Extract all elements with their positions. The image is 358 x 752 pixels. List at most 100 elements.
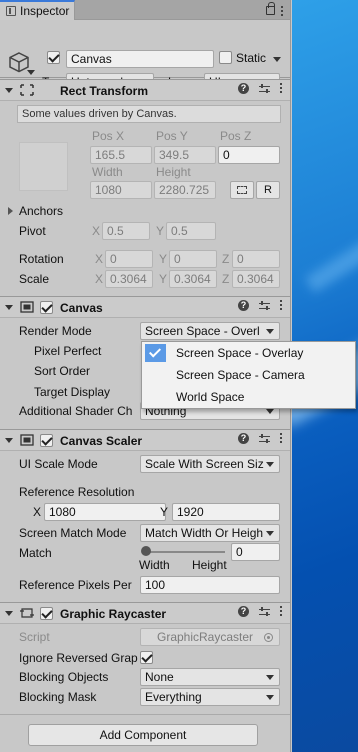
height-label: Height (156, 165, 191, 179)
reference-x-field[interactable]: 1080 (44, 503, 166, 521)
component-menu-icon[interactable] (280, 83, 283, 94)
ignore-reversed-checkbox[interactable] (140, 651, 153, 664)
ref-y-axis: Y (160, 505, 169, 519)
pos-y-field[interactable]: 349.5 (154, 146, 216, 164)
rotation-z-field[interactable]: 0 (232, 250, 280, 268)
blueprint-mode-button[interactable] (230, 181, 254, 199)
render-mode-option[interactable]: Screen Space - Camera (142, 364, 355, 386)
match-value-field[interactable]: 0 (231, 543, 280, 561)
pos-x-label: Pos X (92, 129, 125, 143)
anchors-fold-icon[interactable] (8, 207, 13, 215)
scale-z-field[interactable]: 0.3064 (232, 270, 280, 288)
divider (0, 714, 290, 715)
presets-icon[interactable] (259, 83, 270, 94)
reference-y-field[interactable]: 1920 (172, 503, 280, 521)
help-icon[interactable]: ? (238, 606, 249, 617)
help-icon[interactable]: ? (238, 83, 249, 94)
pos-z-field[interactable]: 0 (218, 146, 280, 164)
fold-arrow-icon[interactable] (5, 88, 13, 93)
reference-resolution-label: Reference Resolution (19, 485, 135, 499)
anchors-label[interactable]: Anchors (19, 204, 63, 218)
active-checkbox[interactable] (47, 51, 60, 64)
script-field: GraphicRaycaster (140, 628, 280, 646)
render-mode-option[interactable]: World Space (142, 386, 355, 408)
fold-arrow-icon[interactable] (5, 305, 13, 310)
target-display-label: Target Display (34, 385, 111, 399)
component-title: Canvas (60, 301, 103, 315)
rect-transform-icon (20, 84, 34, 96)
fold-arrow-icon[interactable] (5, 438, 13, 443)
component-menu-icon[interactable] (280, 606, 283, 617)
presets-icon[interactable] (259, 300, 270, 311)
screen-match-mode-dropdown[interactable]: Match Width Or Heigh (140, 524, 280, 542)
reference-pixels-field[interactable]: 100 (140, 576, 280, 594)
scale-y-axis: Y (159, 272, 168, 286)
component-title: Graphic Raycaster (60, 607, 167, 621)
pivot-label: Pivot (19, 224, 46, 238)
icon-dropdown-arrow[interactable] (27, 70, 35, 75)
blocking-mask-label: Blocking Mask (19, 690, 97, 704)
sort-order-label: Sort Order (34, 364, 91, 378)
rotation-x-field[interactable]: 0 (105, 250, 153, 268)
canvas-scaler-icon (20, 434, 34, 446)
tab-controls (266, 2, 284, 17)
match-slider-handle[interactable] (141, 546, 151, 556)
lock-icon[interactable] (266, 2, 275, 15)
pivot-y-field[interactable]: 0.5 (166, 222, 216, 240)
script-value: GraphicRaycaster (157, 630, 254, 644)
component-header-icons: ? (238, 606, 283, 617)
help-icon[interactable]: ? (238, 300, 249, 311)
raw-edit-button[interactable]: R (256, 181, 280, 199)
reference-pixels-label: Reference Pixels Per (19, 578, 132, 592)
match-slider-track[interactable] (145, 551, 225, 553)
static-checkbox[interactable] (219, 51, 232, 64)
selected-check-icon (145, 344, 166, 362)
pos-x-field[interactable]: 165.5 (90, 146, 152, 164)
static-dropdown-icon[interactable] (273, 57, 281, 62)
scale-y-field[interactable]: 0.3064 (169, 270, 217, 288)
render-mode-option[interactable]: Screen Space - Overlay (142, 342, 355, 364)
render-mode-dropdown[interactable]: Screen Space - Overl (140, 322, 280, 340)
static-label: Static (236, 51, 267, 65)
ui-scale-mode-dropdown[interactable]: Scale With Screen Siz (140, 455, 280, 473)
add-component-button[interactable]: Add Component (28, 724, 258, 746)
match-height-label: Height (192, 558, 227, 572)
fold-arrow-icon[interactable] (5, 611, 13, 616)
pos-z-label: Pos Z (220, 129, 252, 143)
driven-info-box: Some values driven by Canvas. (17, 105, 281, 123)
graphic-raycaster-header[interactable]: Graphic Raycaster ? (0, 602, 290, 624)
canvas-enabled-checkbox[interactable] (40, 301, 53, 314)
tab-menu-icon[interactable] (281, 6, 284, 17)
component-menu-icon[interactable] (280, 300, 283, 311)
pivot-x-field[interactable]: 0.5 (102, 222, 150, 240)
canvas-scaler-enabled-checkbox[interactable] (40, 434, 53, 447)
height-field[interactable]: 2280.725 (154, 181, 216, 199)
blueprint-icon (237, 186, 247, 194)
rot-x-axis: X (95, 252, 104, 266)
rot-z-axis: Z (222, 252, 230, 266)
canvas-scaler-header[interactable]: Canvas Scaler ? (0, 429, 290, 451)
scale-x-field[interactable]: 0.3064 (105, 270, 153, 288)
object-name-field[interactable]: Canvas (66, 50, 214, 68)
help-icon[interactable]: ? (238, 433, 249, 444)
component-menu-icon[interactable] (280, 433, 283, 444)
tab-bar: Inspector (0, 0, 290, 20)
anchor-preset-preview[interactable] (19, 142, 68, 191)
match-label: Match (19, 546, 52, 560)
component-header-icons: ? (238, 83, 283, 94)
width-field[interactable]: 1080 (90, 181, 152, 199)
blocking-mask-dropdown[interactable]: Everything (140, 688, 280, 706)
graphic-raycaster-icon (20, 608, 34, 618)
presets-icon[interactable] (259, 606, 270, 617)
raycaster-enabled-checkbox[interactable] (40, 607, 53, 620)
tab-inspector[interactable]: Inspector (0, 0, 75, 20)
canvas-header[interactable]: Canvas ? (0, 296, 290, 318)
pivot-y-axis: Y (156, 224, 165, 238)
presets-icon[interactable] (259, 433, 270, 444)
inspector-icon (6, 6, 16, 16)
pivot-x-axis: X (92, 224, 101, 238)
rotation-y-field[interactable]: 0 (169, 250, 217, 268)
rect-transform-header[interactable]: Rect Transform ? (0, 79, 290, 101)
blocking-objects-dropdown[interactable]: None (140, 668, 280, 686)
scale-x-axis: X (95, 272, 104, 286)
